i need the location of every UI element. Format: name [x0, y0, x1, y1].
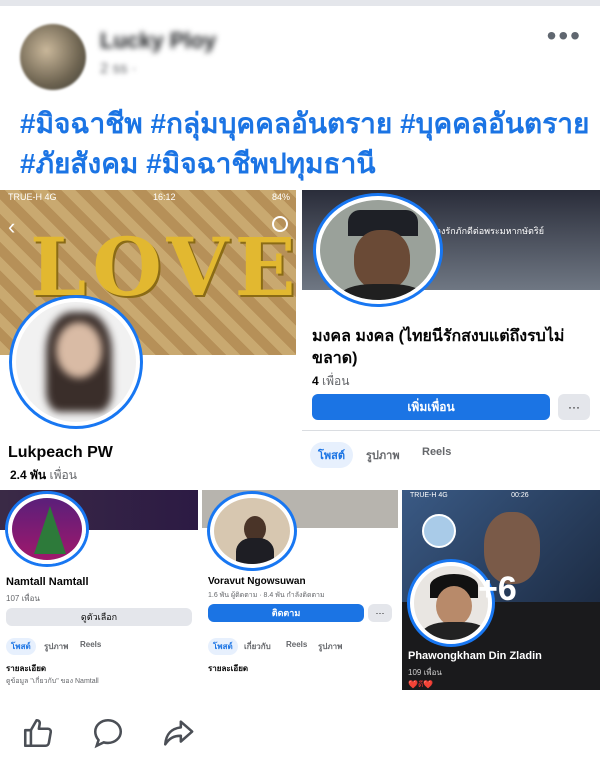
screenshot-tile-4[interactable]: Voravut Ngowsuwan 1.6 พัน ผู้ติดตาม · 8.… — [202, 490, 398, 690]
more-options-icon[interactable]: ••• — [547, 22, 582, 50]
friends-label: เพื่อน — [49, 468, 77, 482]
profile-name[interactable]: Namtall Namtall — [6, 576, 89, 588]
friends-line: 2.4 พัน เพื่อน — [10, 466, 77, 485]
post-caption: #มิจฉาชีพ #กลุ่มบุคคลอันตราย #บุคคลอันตร… — [20, 104, 590, 184]
friends-label: เพื่อน — [322, 374, 350, 388]
tab-photos[interactable]: รูปภาพ — [366, 446, 400, 464]
screenshot-tile-5[interactable]: TRUE-H 4G 00:26 +6 Phawongkham Din Zladi… — [402, 490, 600, 690]
caption-line-1[interactable]: #มิจฉาชีพ #กลุ่มบุคคลอันตราย #บุคคลอันตร… — [20, 104, 590, 144]
details-text[interactable]: ดูข้อมูล "เกี่ยวกับ" ของ Namtall — [6, 676, 99, 687]
friends-line: 4 เพื่อน — [312, 372, 349, 391]
profile-picture[interactable] — [316, 196, 440, 304]
more-photos-overlay[interactable]: +6 — [478, 570, 517, 609]
share-icon[interactable] — [158, 713, 198, 753]
divider — [302, 430, 600, 431]
profile-name[interactable]: Voravut Ngowsuwan — [208, 576, 306, 587]
profile-name[interactable]: Phawongkham Din Zladin — [408, 650, 542, 662]
add-friend-label: เพิ่มเพื่อน — [407, 399, 455, 414]
comment-icon[interactable] — [88, 713, 128, 753]
follow-button[interactable]: ติดตาม — [208, 604, 364, 622]
author-name[interactable]: Lucky Ploy — [100, 28, 216, 54]
profile-name[interactable]: มงคล มงคล (ไทยนีรักสงบแต่ถึงรบไม่ขลาด) — [312, 326, 592, 370]
back-chevron-icon[interactable]: ‹ — [8, 214, 15, 240]
author-avatar[interactable] — [20, 24, 86, 90]
tab-photos[interactable]: รูปภาพ — [318, 640, 342, 653]
tab-reels[interactable]: Reels — [422, 446, 451, 458]
search-icon[interactable] — [272, 216, 288, 232]
like-icon[interactable] — [18, 713, 58, 753]
status-bar: TRUE-H 4G 16:12 84% — [0, 190, 298, 204]
friends-count: 4 — [312, 374, 319, 388]
more-button[interactable]: ··· — [368, 604, 392, 622]
tab-posts[interactable]: โพสต์ — [208, 638, 238, 655]
screenshot-tile-2[interactable]: นา จงรักภักดีต่อพระมหากษัตริย์ มงคล มงคล… — [302, 190, 600, 486]
profile-name[interactable]: Lukpeach PW — [8, 444, 113, 462]
friends-line: 107 เพื่อน — [6, 594, 40, 603]
profile-picture[interactable] — [210, 494, 294, 568]
carrier-text: TRUE-H 4G — [410, 492, 448, 499]
post-meta: 2 ss · — [100, 60, 137, 77]
profile-picture[interactable] — [8, 494, 86, 564]
caption-line-2[interactable]: #ภัยสังคม #มิจฉาชีพปทุมธานี — [20, 144, 590, 184]
details-label: รายละเอียด — [208, 664, 249, 673]
follow-label: ติดตาม — [271, 608, 301, 618]
post-header: Lucky Ploy 2 ss · ••• — [0, 6, 600, 96]
photo-collage: LOVE TRUE-H 4G 16:12 84% ‹ Lukpeach PW 2… — [0, 190, 600, 690]
time-text: 00:26 — [511, 492, 529, 499]
tab-reels[interactable]: Reels — [80, 640, 101, 649]
reaction-text: ❤️ดี❤️ — [408, 680, 434, 689]
tab-photos[interactable]: รูปภาพ — [44, 640, 68, 653]
friends-count: 2.4 พัน — [10, 468, 47, 482]
tab-about[interactable]: เกี่ยวกับ — [244, 640, 271, 653]
battery-text: 84% — [271, 192, 290, 202]
post-actions — [0, 700, 600, 766]
more-button[interactable]: ··· — [558, 394, 590, 420]
carrier-text: TRUE-H 4G — [8, 192, 57, 202]
tab-posts[interactable]: โพสต์ — [6, 638, 36, 655]
club-badge-icon — [422, 514, 456, 548]
tab-reels[interactable]: Reels — [286, 640, 307, 649]
screenshot-tile-3[interactable]: Namtall Namtall 107 เพื่อน ดูตัวเลือก โพ… — [0, 490, 198, 690]
cover-banner-text: นา จงรักภักดีต่อพระมหากษัตริย์ — [422, 226, 544, 236]
screenshot-tile-1[interactable]: LOVE TRUE-H 4G 16:12 84% ‹ Lukpeach PW 2… — [0, 190, 298, 486]
follow-stats: 1.6 พัน ผู้ติดตาม · 8.4 พัน กำลังติดตาม — [208, 592, 325, 599]
details-label: รายละเอียด — [6, 664, 47, 673]
time-text: 16:12 — [152, 192, 176, 202]
status-bar: TRUE-H 4G 00:26 — [402, 490, 600, 504]
options-button[interactable]: ดูตัวเลือก — [6, 608, 192, 626]
tab-posts[interactable]: โพสต์ — [310, 442, 354, 468]
add-friend-button[interactable]: เพิ่มเพื่อน — [312, 394, 550, 420]
profile-picture[interactable] — [12, 298, 140, 426]
